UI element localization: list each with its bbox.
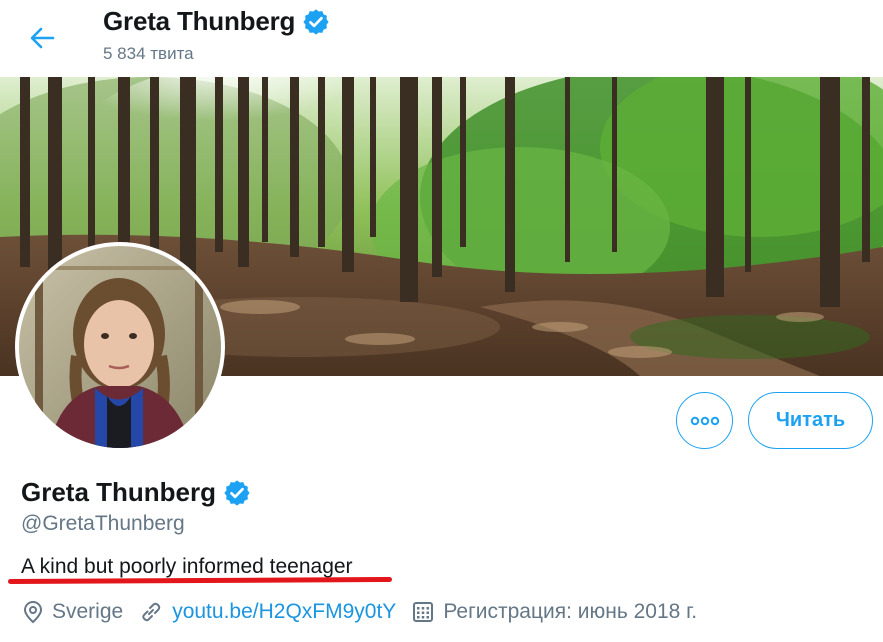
website-item: youtu.be/H2QxFM9y0tY [139,600,396,624]
profile-bio: A kind but poorly informed teenager [21,555,353,578]
tweet-count: 5 834 твита [103,44,194,63]
location-pin-icon [23,600,43,624]
follow-button[interactable]: Читать [748,392,873,449]
location-item: Sverige [23,600,123,624]
arrow-left-icon [30,27,55,49]
profile-meta-row: Sverige youtu.be/H2QxFM9y0tY Регистрация… [23,598,713,626]
header-display-name: Greta Thunberg [103,6,330,37]
verified-badge-icon [224,479,250,506]
joined-item: Регистрация: июнь 2018 г. [412,600,697,624]
back-button[interactable] [22,18,62,58]
joined-text: Регистрация: июнь 2018 г. [443,600,698,623]
verified-badge-icon [303,8,329,35]
more-icon [690,416,719,425]
profile-name-text: Greta Thunberg [21,477,217,507]
profile-display-name: Greta Thunberg [21,477,251,508]
website-link[interactable]: youtu.be/H2QxFM9y0tY [172,600,396,624]
profile-header-bar: Greta Thunberg 5 834 твита [0,0,883,77]
profile-handle: @GretaThunberg [21,512,185,535]
calendar-icon [412,601,434,623]
location-text: Sverige [52,600,124,623]
more-options-button[interactable] [676,392,733,449]
red-underline-annotation [7,576,393,585]
profile-avatar[interactable] [15,242,225,452]
header-name-text: Greta Thunberg [103,6,296,36]
link-icon [139,600,163,624]
